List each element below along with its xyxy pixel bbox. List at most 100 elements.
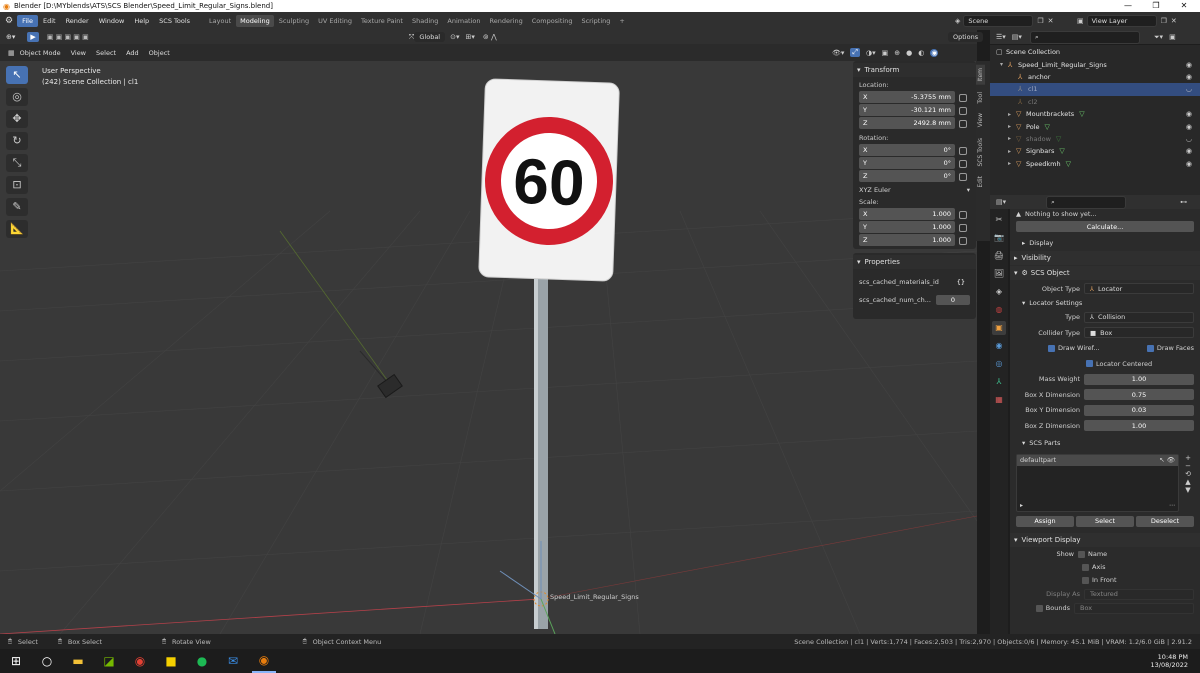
tab-modeling[interactable]: Modeling (236, 15, 274, 27)
nvidia-icon[interactable]: ◪ (97, 649, 121, 673)
menu-render[interactable]: Render (61, 15, 94, 27)
eye-icon[interactable]: ◉ (1186, 110, 1192, 118)
eye-icon[interactable]: ◉ (1186, 61, 1192, 69)
outliner-row[interactable]: ▸ ▽ Signbars ▽ ◉ (990, 145, 1200, 157)
scene-collection-row[interactable]: ▢ Scene Collection (990, 46, 1200, 58)
system-clock[interactable]: 10:48 PM 13/08/2022 (1151, 653, 1188, 669)
show-axis-checkbox[interactable]: Axis (1010, 561, 1200, 574)
display-mode-icon[interactable]: ▤▾ (1012, 33, 1022, 41)
transform-panel-header[interactable]: ▾ Transform (853, 63, 976, 77)
world-tab-icon[interactable]: ◍ (992, 303, 1006, 317)
sticky-notes-icon[interactable]: ■ (159, 649, 183, 673)
select-part-icons[interactable]: ↖ 👁 (1159, 456, 1175, 464)
rotation-z-field[interactable]: Z 0° (859, 170, 955, 182)
new-scene-icon[interactable]: ❐ (1037, 17, 1043, 25)
scene-field[interactable]: Scene (963, 15, 1034, 27)
outliner-row[interactable]: ▸ ▽ Pole ▽ ◉ (990, 120, 1200, 132)
view-layer-tab-icon[interactable]: 🖼 (992, 267, 1006, 281)
assign-button[interactable]: Assign (1016, 515, 1074, 527)
object-type-dropdown[interactable]: ⅄ Locator (1084, 283, 1194, 295)
maximize-button[interactable]: ❐ (1142, 0, 1170, 12)
show-infront-checkbox[interactable]: In Front (1010, 574, 1200, 587)
tab-tool[interactable]: Tool (976, 89, 985, 107)
output-tab-icon[interactable]: 🖨 (992, 249, 1006, 263)
display-section[interactable]: ▸ Display (1010, 236, 1200, 249)
menu-view[interactable]: View (66, 48, 91, 58)
modifier-tab-icon[interactable]: ◉ (992, 339, 1006, 353)
outliner-row[interactable]: ▸ ▽ Mountbrackets ▽ ◉ (990, 108, 1200, 120)
properties-search-input[interactable]: ⌕ (1046, 195, 1127, 209)
expand-icon[interactable]: ▸ (1008, 135, 1016, 142)
tab-item[interactable]: Item (976, 65, 985, 85)
deselect-button[interactable]: Deselect (1136, 515, 1194, 527)
menu-object[interactable]: Object (144, 48, 175, 58)
rendered-shading-icon[interactable]: ◉ (930, 48, 939, 57)
editor-type-icon[interactable]: ⊕▾ (6, 33, 15, 41)
show-name-checkbox[interactable]: Name (1078, 550, 1107, 558)
menu-add[interactable]: Add (121, 48, 144, 58)
locator-centered-checkbox[interactable]: Locator Centered (1010, 356, 1200, 372)
mass-weight-field[interactable]: 1.00 (1084, 373, 1194, 385)
rotation-x-field[interactable]: X 0° (859, 144, 955, 156)
location-z-field[interactable]: Z 2492.8 mm (859, 117, 955, 129)
bounds-dropdown[interactable]: Box (1074, 602, 1194, 614)
part-list-item[interactable]: defaultpart ↖ 👁 (1017, 454, 1178, 466)
lock-icon[interactable] (959, 106, 967, 115)
visibility-section[interactable]: ▸ Visibility (1010, 251, 1200, 265)
annotate-tool-icon[interactable]: ✎ (6, 198, 28, 216)
add-workspace-button[interactable]: + (615, 15, 628, 27)
overlay-icon[interactable]: ◑▾ (866, 49, 876, 57)
eye-icon[interactable]: ◉ (1186, 160, 1192, 168)
tab-animation[interactable]: Animation (443, 15, 484, 27)
lock-icon[interactable] (959, 210, 967, 219)
move-tool-icon[interactable]: ✥ (6, 110, 28, 128)
view-layer-field[interactable]: View Layer (1086, 15, 1157, 27)
custom-prop-value[interactable]: {} (951, 277, 970, 287)
scene-tab-icon[interactable]: ◈ (992, 285, 1006, 299)
gizmo-icon[interactable]: ⤢ (850, 48, 861, 57)
menu-file[interactable]: File (17, 15, 38, 27)
tab-sculpting[interactable]: Sculpting (275, 15, 313, 27)
type-dropdown[interactable]: ⅄ Collision (1084, 311, 1194, 323)
outliner-row-selected[interactable]: ⅄ cl1 ◡ (990, 83, 1200, 96)
tool-tab-icon[interactable]: ✂ (992, 213, 1006, 227)
custom-prop-value[interactable]: 0 (936, 295, 970, 305)
box-z-field[interactable]: 1.00 (1084, 420, 1194, 432)
spotify-icon[interactable]: ● (190, 649, 214, 673)
outliner-row[interactable]: ▸ ▽ Speedkmh ▽ ◉ (990, 158, 1200, 170)
tab-scripting[interactable]: Scripting (577, 15, 614, 27)
properties-panel-header[interactable]: ▾ Properties (853, 255, 976, 269)
options-dropdown[interactable]: Options (948, 32, 984, 42)
minimize-button[interactable]: — (1114, 0, 1142, 12)
blender-icon[interactable]: ◉ (252, 649, 276, 673)
move-up-icon[interactable]: ▲ (1182, 478, 1194, 486)
eye-icon[interactable]: ◉ (1186, 123, 1192, 131)
rotation-y-field[interactable]: Y 0° (859, 157, 955, 169)
expand-icon[interactable]: ▸ (1008, 148, 1016, 155)
remove-part-icon[interactable]: − (1182, 462, 1194, 470)
outliner-row[interactable]: ⅄ cl2 (990, 96, 1200, 108)
calculate-button[interactable]: Calculate... (1016, 221, 1194, 232)
lock-icon[interactable] (959, 172, 967, 181)
add-part-icon[interactable]: + (1182, 454, 1194, 462)
scale-y-field[interactable]: Y 1.000 (859, 221, 955, 233)
box-x-field[interactable]: 0.75 (1084, 389, 1194, 401)
close-view-layer-icon[interactable]: ✕ (1171, 17, 1177, 25)
menu-help[interactable]: Help (129, 15, 154, 27)
tab-shading[interactable]: Shading (408, 15, 442, 27)
draw-wireframe-checkbox[interactable]: Draw Wiref... (1048, 344, 1100, 352)
snap-icon[interactable]: ⊞▾ (466, 33, 475, 41)
expand-icon[interactable]: ▾ (1000, 61, 1008, 68)
lock-icon[interactable] (959, 223, 967, 232)
pivot-icon[interactable]: ⊙▾ (450, 33, 459, 41)
move-down-icon[interactable]: ▼ (1182, 486, 1194, 494)
expand-icon[interactable]: ▸ (1008, 123, 1016, 130)
tab-compositing[interactable]: Compositing (528, 15, 577, 27)
select-box-icons[interactable]: ▣ ▣ ▣ ▣ ▣ (47, 33, 89, 41)
sync-icon[interactable]: ⟲ (1182, 470, 1194, 478)
file-explorer-icon[interactable]: ▬ (66, 649, 90, 673)
tab-rendering[interactable]: Rendering (486, 15, 527, 27)
box-y-field[interactable]: 0.03 (1084, 404, 1194, 416)
rotate-tool-icon[interactable]: ↻ (6, 132, 28, 150)
3d-viewport[interactable]: 60 Speed_Limit_Regular_Signs User Perspe… (0, 61, 977, 634)
